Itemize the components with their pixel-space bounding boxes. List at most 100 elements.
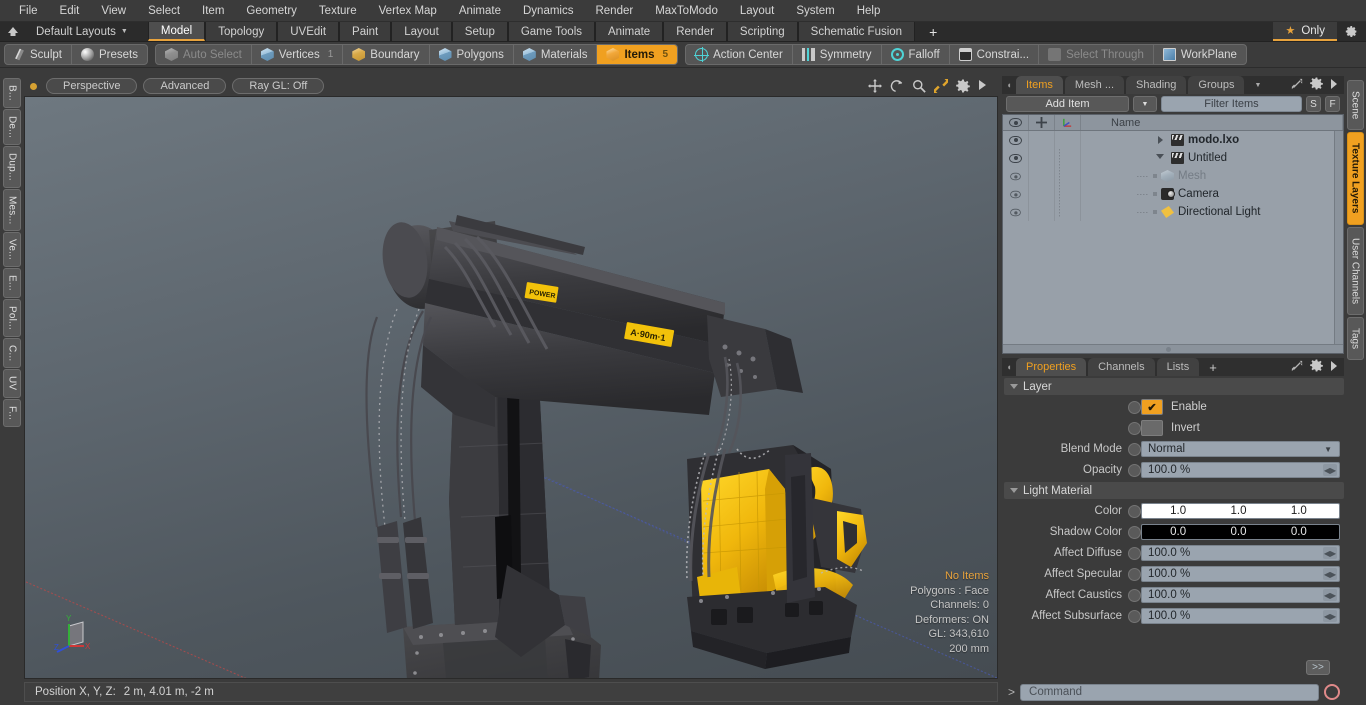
left-rail-tab-3[interactable]: Mes... [3, 188, 21, 232]
mode-button-presets[interactable]: Presets [72, 45, 147, 64]
right-rail-tab-texture-layers[interactable]: Texture Layers [1346, 132, 1364, 225]
item-list-vertical-scrollbar[interactable] [1334, 131, 1343, 344]
checkbox-enable[interactable]: ✔ [1141, 399, 1163, 415]
play-icon[interactable] [1330, 360, 1338, 374]
add-item-dropdown-icon[interactable]: ▼ [1132, 96, 1157, 112]
filter-f-button[interactable]: F [1325, 96, 1340, 112]
item-name-cell[interactable]: Untitled [1081, 149, 1343, 167]
visibility-toggle[interactable] [1003, 167, 1029, 185]
table-row[interactable]: Directional Light [1003, 203, 1343, 221]
add-properties-tab-button[interactable]: + [1201, 358, 1225, 376]
channel-knob[interactable] [1128, 400, 1141, 414]
menu-item-vertex-map[interactable]: Vertex Map [368, 2, 448, 20]
menu-item-help[interactable]: Help [846, 2, 892, 20]
visibility-toggle[interactable] [1003, 185, 1029, 203]
visibility-column-header[interactable] [1003, 115, 1029, 130]
twisty-right-icon[interactable] [1153, 136, 1167, 144]
move-icon[interactable] [868, 79, 882, 93]
lock-cell[interactable] [1029, 167, 1055, 185]
channel-knob[interactable] [1128, 546, 1141, 560]
item-name-cell[interactable]: Mesh [1081, 167, 1343, 185]
viewport-shading-pill[interactable]: Advanced [143, 78, 227, 94]
left-rail-tab-8[interactable]: UV [3, 369, 21, 398]
left-rail-tab-1[interactable]: De... [3, 108, 21, 145]
left-rail-tab-6[interactable]: Pol... [3, 299, 21, 338]
menu-item-view[interactable]: View [90, 2, 137, 20]
mode-button-falloff[interactable]: Falloff [882, 45, 950, 64]
mode-button-boundary[interactable]: Boundary [343, 45, 430, 64]
add-layout-tab-button[interactable]: + [915, 22, 952, 41]
property-field-affect-subsurface[interactable]: 100.0 % ◀▶ [1141, 608, 1340, 624]
home-icon[interactable] [0, 22, 26, 41]
channel-knob[interactable] [1128, 567, 1141, 581]
item-name-cell[interactable]: modo.lxo [1081, 131, 1343, 149]
menu-item-maxtomodo[interactable]: MaxToModo [644, 2, 729, 20]
table-row[interactable]: Mesh [1003, 167, 1343, 185]
spinner-icon[interactable]: ◀▶ [1323, 547, 1337, 559]
menu-item-select[interactable]: Select [137, 2, 191, 20]
chevron-down-icon[interactable]: ▼ [1246, 76, 1269, 94]
layout-tab-model[interactable]: Model [147, 22, 206, 41]
property-field-shadow-color[interactable]: 0.0 0.0 0.0 [1141, 524, 1340, 540]
record-icon[interactable] [1324, 684, 1340, 700]
channel-knob[interactable] [1128, 588, 1141, 602]
mode-button-sculpt[interactable]: Sculpt [5, 45, 72, 64]
property-field-blend-mode[interactable]: Normal ▼ [1141, 441, 1340, 457]
menu-item-animate[interactable]: Animate [448, 2, 512, 20]
lock-cell[interactable] [1029, 131, 1055, 149]
mode-button-constrai[interactable]: Constrai... [950, 45, 1040, 64]
axis-column-header[interactable] [1055, 115, 1081, 130]
left-rail-tab-0[interactable]: B... [3, 78, 21, 108]
layout-tab-topology[interactable]: Topology [205, 22, 278, 41]
channel-knob[interactable] [1128, 609, 1141, 623]
menu-item-system[interactable]: System [785, 2, 845, 20]
axis-cell[interactable] [1055, 131, 1081, 149]
property-field-opacity[interactable]: 100.0 % ◀▶ [1141, 462, 1340, 478]
properties-section-header[interactable]: Light Material [1004, 482, 1344, 499]
property-field-affect-caustics[interactable]: 100.0 % ◀▶ [1141, 587, 1340, 603]
panel-menu-icon[interactable]: ◖ [1002, 76, 1016, 94]
gear-icon[interactable] [1310, 359, 1323, 375]
only-button[interactable]: ★ Only [1273, 22, 1337, 41]
expand-icon[interactable] [1291, 360, 1303, 375]
tab-properties[interactable]: Properties [1016, 358, 1087, 376]
table-row[interactable]: modo.lxo [1003, 131, 1343, 149]
menu-item-render[interactable]: Render [584, 2, 644, 20]
visibility-toggle[interactable] [1003, 203, 1029, 221]
layout-tab-layout[interactable]: Layout [391, 22, 452, 41]
menu-item-dynamics[interactable]: Dynamics [512, 2, 584, 20]
fit-icon[interactable] [934, 79, 948, 93]
play-icon[interactable] [978, 79, 992, 93]
right-rail-tab-user-channels[interactable]: User Channels [1346, 226, 1364, 315]
mode-button-action-center[interactable]: Action Center [686, 45, 793, 64]
property-field-affect-specular[interactable]: 100.0 % ◀▶ [1141, 566, 1340, 582]
left-rail-tab-5[interactable]: E... [3, 268, 21, 299]
twisty-down-icon[interactable] [1153, 153, 1167, 163]
tab-groups[interactable]: Groups [1188, 76, 1245, 94]
spinner-icon[interactable]: ◀▶ [1323, 568, 1337, 580]
channel-knob[interactable] [1128, 504, 1141, 518]
left-rail-tab-2[interactable]: Dup... [3, 145, 21, 188]
spinner-icon[interactable]: ◀▶ [1323, 464, 1337, 476]
mode-button-polygons[interactable]: Polygons [430, 45, 514, 64]
gear-icon[interactable] [1310, 77, 1323, 93]
layout-selector[interactable]: Default Layouts ▼ [26, 22, 138, 41]
add-item-button[interactable]: Add Item [1006, 96, 1129, 112]
gear-icon[interactable] [1337, 22, 1366, 41]
channel-knob[interactable] [1128, 525, 1141, 539]
property-field-color[interactable]: 1.0 1.0 1.0 [1141, 503, 1340, 519]
play-icon[interactable] [1330, 78, 1338, 92]
menu-item-file[interactable]: File [8, 2, 49, 20]
layout-tab-game-tools[interactable]: Game Tools [507, 22, 595, 41]
property-field-affect-diffuse[interactable]: 100.0 % ◀▶ [1141, 545, 1340, 561]
menu-item-edit[interactable]: Edit [49, 2, 91, 20]
item-list-horizontal-scrollbar[interactable] [1003, 344, 1343, 353]
mode-button-items[interactable]: Items 5 [597, 45, 678, 64]
table-row[interactable]: Camera [1003, 185, 1343, 203]
left-rail-tab-9[interactable]: F... [3, 398, 21, 427]
mode-button-workplane[interactable]: WorkPlane [1154, 45, 1246, 64]
visibility-toggle[interactable] [1003, 149, 1029, 167]
viewport-indicator-icon[interactable] [30, 82, 37, 90]
3d-viewport[interactable]: POWER A·90m·1 No Items Polygons: Face C… [24, 96, 998, 679]
menu-item-texture[interactable]: Texture [308, 2, 368, 20]
